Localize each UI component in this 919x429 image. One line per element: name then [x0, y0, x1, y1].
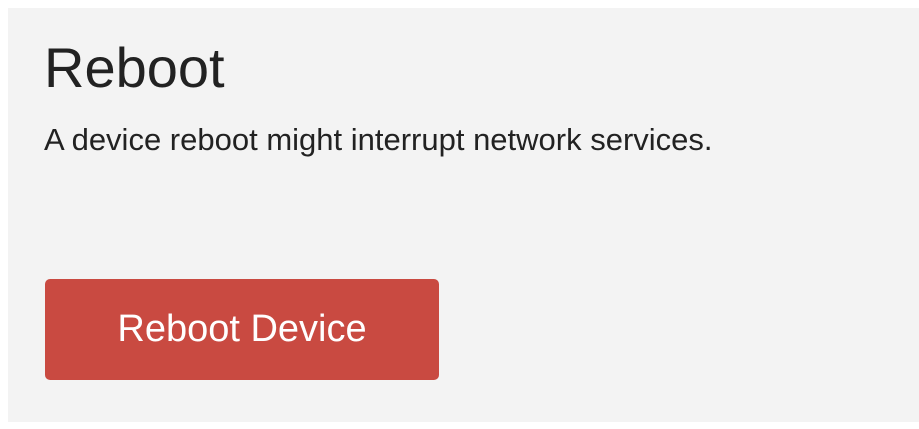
section-title: Reboot — [44, 36, 225, 99]
section-description: A device reboot might interrupt network … — [44, 122, 713, 157]
reboot-device-button[interactable]: Reboot Device — [45, 279, 439, 380]
reboot-panel: Reboot A device reboot might interrupt n… — [8, 8, 919, 422]
